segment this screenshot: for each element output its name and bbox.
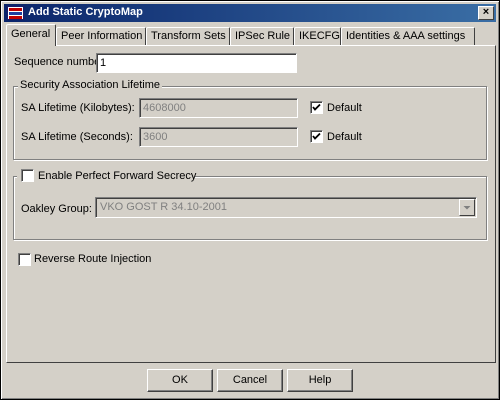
- seconds-default-checkbox[interactable]: [310, 130, 323, 143]
- kilobytes-default-checkbox[interactable]: [310, 101, 323, 114]
- sa-lifetime-kilobytes-label: SA Lifetime (Kilobytes):: [21, 102, 135, 114]
- general-tab-panel: Sequence number: 1 Security Association …: [6, 45, 496, 363]
- kilobytes-default-label: Default: [327, 102, 362, 114]
- pfs-enable-label: Enable Perfect Forward Secrecy: [38, 170, 197, 182]
- sa-lifetime-group-title: Security Association Lifetime: [18, 79, 163, 91]
- sa-lifetime-seconds-input[interactable]: 3600: [139, 127, 298, 147]
- sequence-number-input[interactable]: 1: [96, 53, 297, 73]
- cryptomap-app-icon: [7, 6, 24, 20]
- window-title: Add Static CryptoMap: [28, 6, 143, 18]
- tab-ipsec-rule[interactable]: IPSec Rule: [230, 27, 294, 46]
- sa-lifetime-kilobytes-input[interactable]: 4608000: [139, 98, 298, 118]
- pfs-enable-checkbox[interactable]: [21, 169, 34, 182]
- close-button[interactable]: ×: [478, 6, 494, 20]
- help-button[interactable]: Help: [287, 369, 353, 392]
- check-icon: [312, 132, 321, 140]
- reverse-route-injection-label: Reverse Route Injection: [34, 253, 152, 265]
- oakley-dropdown-button[interactable]: [459, 199, 475, 216]
- tab-strip: General Peer Information Transform Sets …: [6, 24, 496, 46]
- oakley-group-label: Oakley Group:: [21, 203, 92, 215]
- sa-lifetime-seconds-label: SA Lifetime (Seconds):: [21, 131, 133, 143]
- sequence-number-label: Sequence number:: [14, 56, 107, 68]
- title-bar[interactable]: Add Static CryptoMap ×: [4, 4, 496, 22]
- chevron-down-icon: [463, 206, 471, 210]
- seconds-default-label: Default: [327, 131, 362, 143]
- oakley-group-value: VKO GOST R 34.10-2001: [100, 201, 227, 213]
- tab-peer-information[interactable]: Peer Information: [56, 27, 146, 46]
- tab-identities-aaa[interactable]: Identities & AAA settings: [341, 27, 475, 46]
- reverse-route-injection-checkbox[interactable]: [18, 253, 31, 266]
- tab-transform-sets[interactable]: Transform Sets: [146, 27, 230, 46]
- add-static-cryptomap-dialog: Add Static CryptoMap × General Peer Info…: [0, 0, 500, 400]
- check-icon: [312, 103, 321, 111]
- cancel-button[interactable]: Cancel: [217, 369, 283, 392]
- tab-general[interactable]: General: [6, 24, 56, 46]
- tab-ikecfg[interactable]: IKECFG: [294, 27, 341, 46]
- oakley-group-select[interactable]: VKO GOST R 34.10-2001: [95, 197, 477, 218]
- ok-button[interactable]: OK: [147, 369, 213, 392]
- close-icon: ×: [482, 6, 490, 18]
